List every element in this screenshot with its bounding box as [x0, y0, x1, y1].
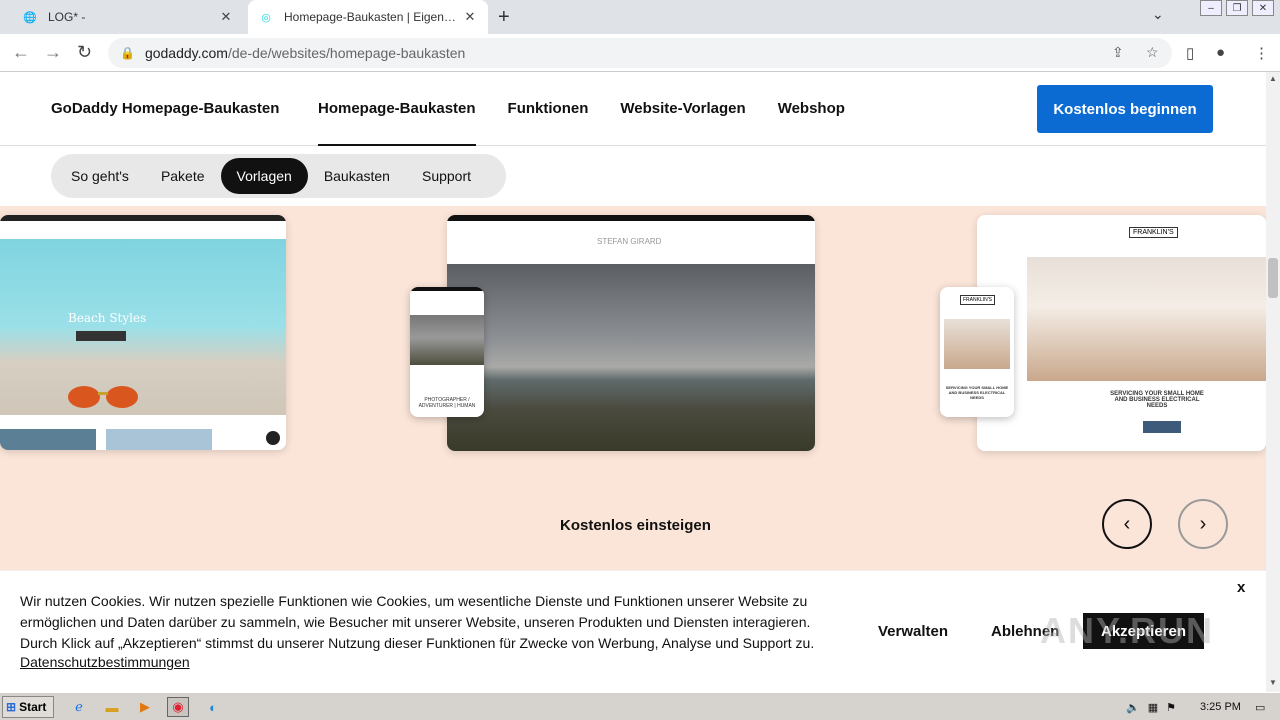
clock[interactable]: 3:25 PM [1200, 701, 1241, 713]
window-controls: – ❐ ✕ [1200, 0, 1274, 16]
preview-thumb [106, 429, 212, 450]
preview-logo: STEFAN GIRARD [597, 237, 662, 246]
manage-cookies-button[interactable]: Verwalten [878, 613, 948, 649]
interior-photo [1027, 257, 1266, 381]
scroll-down-icon[interactable]: ▼ [1266, 678, 1280, 687]
template-card-photographer[interactable]: STEFAN GIRARD [447, 215, 815, 451]
os-taskbar: ⊞ Start ℯ ▬ ▶ ◉ ◐ 🔈 ▦ ⚑ 3:25 PM ▭ [0, 692, 1280, 720]
network-icon[interactable]: ▦ [1148, 701, 1158, 714]
scroll-up-icon[interactable]: ▲ [1266, 74, 1280, 83]
volume-icon[interactable]: 🔈 [1126, 701, 1140, 714]
url-host: godaddy.com [144, 45, 228, 61]
minimize-icon[interactable]: – [1200, 0, 1222, 16]
brand-title[interactable]: GoDaddy Homepage-Baukasten [51, 100, 279, 117]
nav-webshop[interactable]: Webshop [778, 100, 845, 146]
browser-tab-bar: 🌐 LOG* - ✕ ◎ Homepage-Baukasten | Eigene… [0, 0, 1280, 34]
globe-icon: 🌐 [23, 11, 37, 24]
edge-icon[interactable]: ◐ [202, 697, 224, 717]
preview-logo: FRANKLIN'S [960, 295, 996, 305]
menu-kebab-icon[interactable]: ⋮ [1254, 44, 1269, 62]
site-header: GoDaddy Homepage-Baukasten Homepage-Bauk… [0, 72, 1266, 146]
chrome-icon[interactable]: ◉ [167, 697, 189, 717]
start-free-link[interactable]: Kostenlos einsteigen [560, 517, 711, 534]
restore-icon[interactable]: ❐ [1226, 0, 1248, 16]
landscape-photo [447, 264, 815, 451]
template-card-electrician[interactable]: FRANKLIN'S SERVICING YOUR SMALL HOME AND… [977, 215, 1266, 451]
mobile-caption: SERVICING YOUR SMALL HOME AND BUSINESS E… [945, 385, 1009, 400]
address-bar-row: ← → ↻ 🔒 godaddy.com /de-de/websites/home… [0, 34, 1280, 72]
close-tab-icon[interactable]: ✕ [218, 9, 234, 25]
preview-logo: FRANKLIN'S [1129, 227, 1178, 238]
preview-button [1143, 421, 1181, 433]
url-path: /de-de/websites/homepage-baukasten [227, 45, 466, 61]
interior-photo [944, 319, 1010, 369]
privacy-link[interactable]: Datenschutzbestimmungen [20, 654, 190, 670]
folder-icon[interactable]: ▬ [101, 697, 123, 717]
sunglasses-image [68, 386, 138, 408]
start-label: Start [19, 700, 47, 714]
scroll-thumb[interactable] [1268, 258, 1278, 298]
forward-icon[interactable]: → [44, 42, 62, 63]
reload-icon[interactable]: ↻ [77, 42, 92, 63]
media-player-icon[interactable]: ▶ [134, 697, 156, 717]
show-desktop-icon[interactable]: ▭ [1255, 701, 1265, 714]
nav-homepage-baukasten[interactable]: Homepage-Baukasten [318, 100, 476, 146]
back-icon[interactable]: ← [12, 42, 30, 63]
ie-icon[interactable]: ℯ [68, 697, 90, 717]
preview-topbar [447, 215, 815, 221]
pool-image [0, 239, 286, 415]
close-banner-button[interactable]: x [1237, 579, 1245, 596]
subnav-item-baukasten[interactable]: Baukasten [308, 158, 406, 194]
start-free-button[interactable]: Kostenlos beginnen [1037, 85, 1213, 133]
subnav-item-pakete[interactable]: Pakete [145, 158, 221, 194]
lock-icon: 🔒 [120, 46, 135, 60]
chat-icon [266, 431, 280, 445]
start-button[interactable]: ⊞ Start [2, 696, 54, 718]
tab-title: LOG* - [48, 10, 86, 24]
watermark: ANY.RUN [1040, 610, 1215, 651]
system-tray: 🔈 ▦ ⚑ 3:25 PM ▭ [1120, 695, 1280, 719]
subnav-item-so-gehts[interactable]: So geht's [55, 158, 145, 194]
preview-headline: SERVICING YOUR SMALL HOME AND BUSINESS E… [1110, 391, 1204, 409]
preview-headline: Beach Styles [68, 311, 147, 325]
mobile-preview-photographer: PHOTOGRAPHER / ADVENTURER | HUMAN [410, 287, 484, 417]
landscape-photo [410, 315, 484, 365]
preview-thumb [0, 429, 96, 450]
cookie-text: Wir nutzen Cookies. Wir nutzen spezielle… [20, 593, 815, 651]
main-nav: Homepage-Baukasten Funktionen Website-Vo… [318, 100, 845, 146]
close-tab-icon[interactable]: ✕ [462, 9, 478, 25]
subnav-row: So geht's Pakete Vorlagen Baukasten Supp… [0, 146, 1266, 206]
preview-topbar [0, 215, 286, 221]
template-carousel: Beach Styles STEFAN GIRARD PHOTOGRAPHER … [0, 206, 1266, 570]
page-scrollbar[interactable]: ▲ ▼ [1266, 72, 1280, 692]
flag-icon[interactable]: ⚑ [1166, 701, 1176, 714]
carousel-prev-button[interactable]: ‹ [1102, 499, 1152, 549]
preview-topbar [410, 287, 484, 291]
tab-log[interactable]: 🌐 LOG* - ✕ [12, 0, 244, 34]
bookmark-star-icon[interactable]: ☆ [1146, 44, 1159, 61]
tab-title: Homepage-Baukasten | Eigene Website [284, 10, 462, 24]
mobile-preview-electrician: FRANKLIN'S SERVICING YOUR SMALL HOME AND… [940, 287, 1014, 417]
tab-homepage-baukasten[interactable]: ◎ Homepage-Baukasten | Eigene Website ✕ [248, 0, 488, 34]
carousel-next-button[interactable]: › [1178, 499, 1228, 549]
nav-website-vorlagen[interactable]: Website-Vorlagen [620, 100, 745, 146]
nav-funktionen[interactable]: Funktionen [508, 100, 589, 146]
close-window-icon[interactable]: ✕ [1252, 0, 1274, 16]
preview-button [76, 331, 126, 341]
windows-logo-icon: ⊞ [6, 700, 17, 714]
new-tab-icon[interactable]: + [498, 6, 510, 29]
subnav: So geht's Pakete Vorlagen Baukasten Supp… [51, 154, 506, 198]
share-icon[interactable]: ⇪ [1112, 44, 1124, 61]
profile-icon[interactable]: ● [1216, 44, 1225, 61]
tab-search-chevron-icon[interactable]: ⌄ [1152, 6, 1164, 23]
template-card-beach[interactable]: Beach Styles [0, 215, 286, 450]
mobile-caption: PHOTOGRAPHER / ADVENTURER | HUMAN [418, 397, 476, 409]
subnav-item-vorlagen[interactable]: Vorlagen [220, 158, 308, 194]
subnav-item-support[interactable]: Support [406, 158, 487, 194]
godaddy-icon: ◎ [261, 11, 271, 24]
url-field[interactable]: 🔒 godaddy.com /de-de/websites/homepage-b… [108, 38, 1172, 68]
side-panel-icon[interactable]: ▯ [1186, 44, 1194, 62]
